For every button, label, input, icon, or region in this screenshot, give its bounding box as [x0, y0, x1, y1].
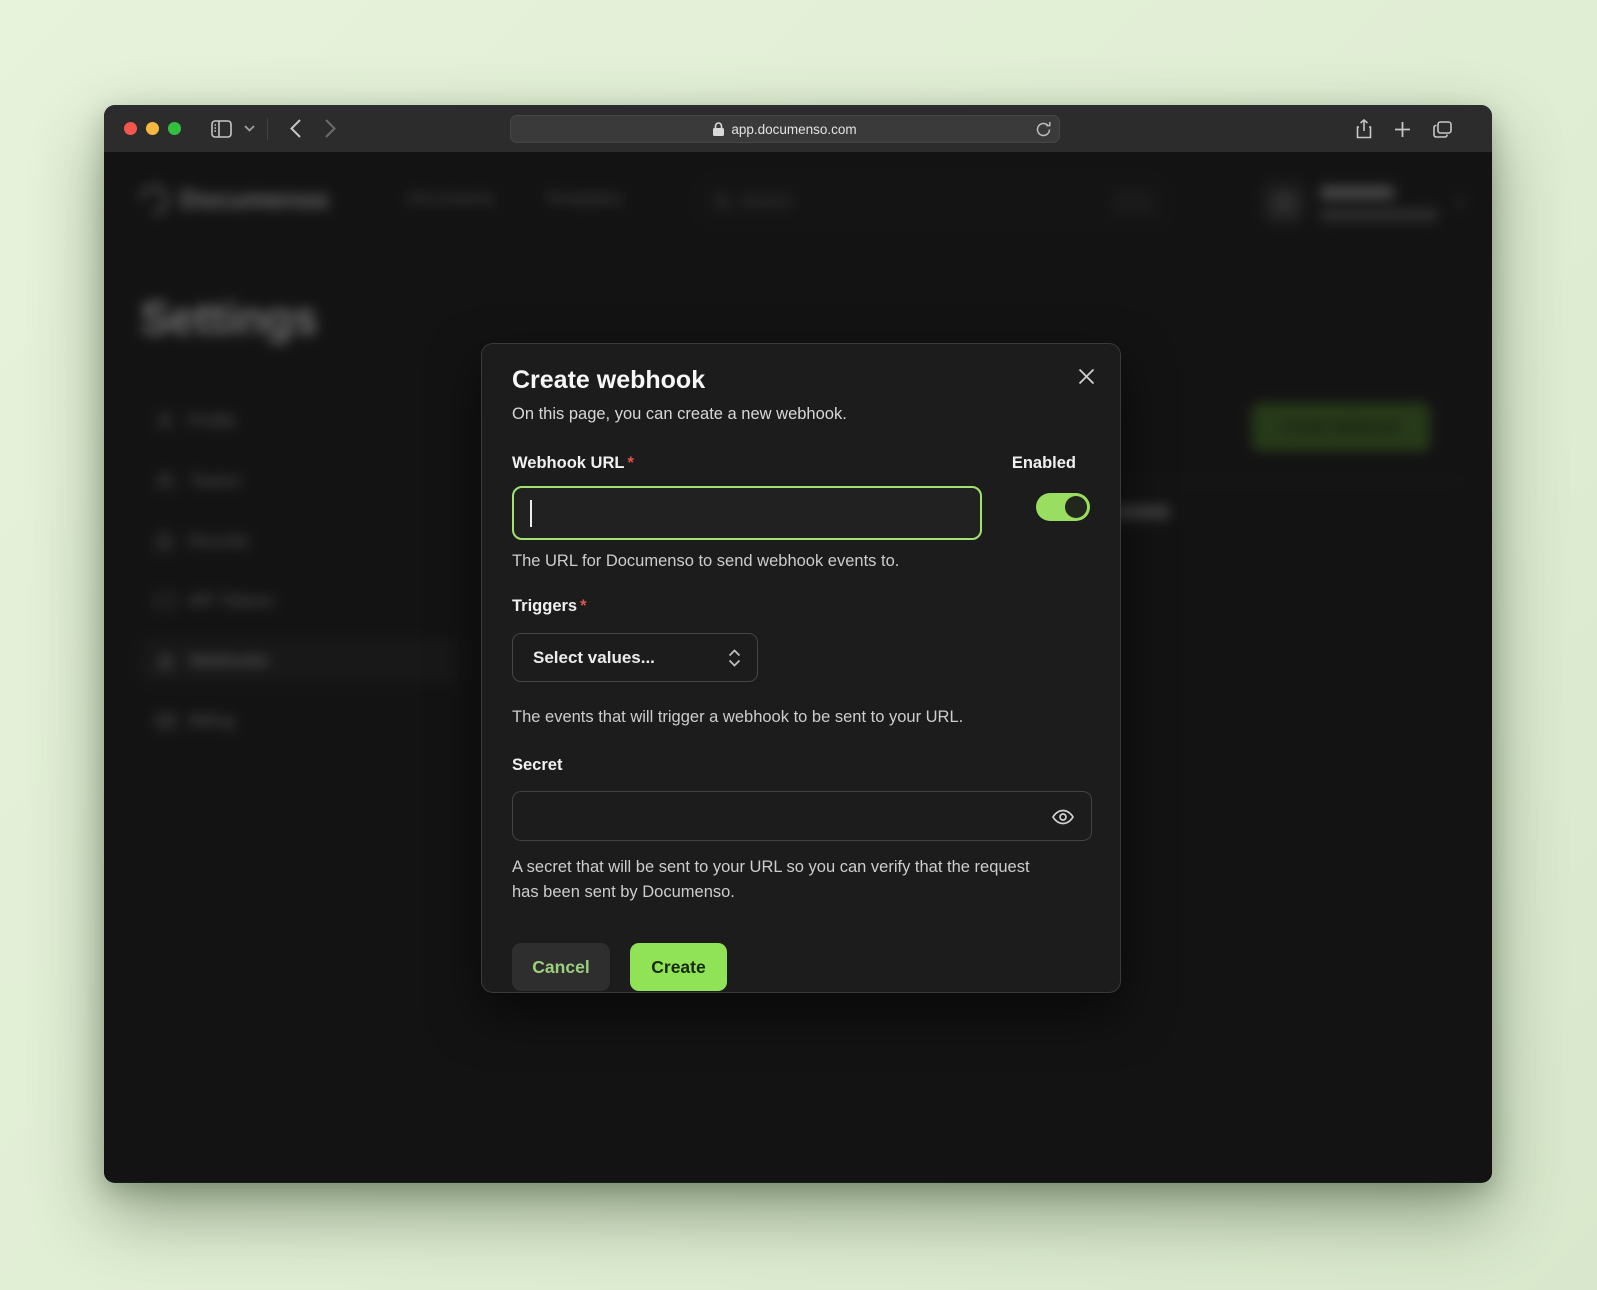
new-tab-icon[interactable] — [1394, 121, 1411, 138]
dialog-title: Create webhook — [512, 366, 1090, 395]
sidebar-chevron-down-icon[interactable] — [244, 125, 255, 132]
create-button[interactable]: Create — [630, 943, 727, 991]
eye-icon[interactable] — [1051, 805, 1075, 829]
sidebar-toggle-icon[interactable] — [211, 120, 232, 138]
dialog-description: On this page, you can create a new webho… — [512, 405, 1090, 424]
secret-helper: A secret that will be sent to your URL s… — [512, 855, 1042, 905]
toolbar-divider — [267, 118, 268, 140]
enabled-toggle[interactable] — [1036, 493, 1090, 521]
close-icon[interactable] — [1074, 364, 1098, 388]
triggers-select[interactable]: Select values... — [512, 633, 758, 682]
browser-window: app.documenso.com — [104, 105, 1492, 1183]
webhook-url-label: Webhook URL* — [512, 454, 634, 473]
tab-overview-icon[interactable] — [1433, 121, 1452, 138]
required-asterisk: * — [580, 597, 586, 615]
lock-icon — [713, 122, 724, 136]
create-webhook-dialog: Create webhook On this page, you can cre… — [481, 343, 1121, 993]
traffic-lights — [124, 122, 181, 135]
zoom-window-button[interactable] — [168, 122, 181, 135]
address-bar-url: app.documenso.com — [731, 122, 856, 137]
close-window-button[interactable] — [124, 122, 137, 135]
secret-input[interactable] — [512, 791, 1092, 841]
enabled-label: Enabled — [1012, 454, 1076, 473]
triggers-select-placeholder: Select values... — [533, 648, 655, 668]
reload-icon[interactable] — [1036, 121, 1051, 138]
triggers-label: Triggers* — [512, 597, 1090, 616]
share-icon[interactable] — [1356, 119, 1372, 139]
webhook-url-helper: The URL for Documenso to send webhook ev… — [512, 552, 1090, 571]
required-asterisk: * — [627, 454, 633, 472]
toggle-knob — [1065, 496, 1087, 518]
cancel-button[interactable]: Cancel — [512, 943, 610, 991]
triggers-helper: The events that will trigger a webhook t… — [512, 708, 1090, 727]
webhook-url-input[interactable] — [512, 486, 982, 540]
chevron-up-down-icon — [728, 649, 741, 667]
minimize-window-button[interactable] — [146, 122, 159, 135]
browser-toolbar: app.documenso.com — [104, 105, 1492, 153]
forward-button[interactable] — [325, 119, 336, 138]
back-button[interactable] — [290, 119, 301, 138]
app-page: Documenso Documents Templates Search — [104, 153, 1492, 1182]
text-caret — [530, 500, 532, 527]
secret-label: Secret — [512, 756, 1090, 775]
address-bar[interactable]: app.documenso.com — [510, 115, 1060, 143]
